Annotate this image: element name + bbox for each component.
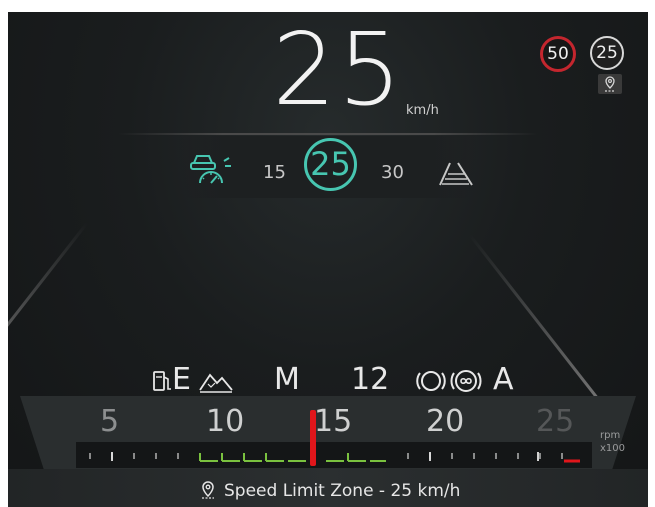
instrument-cluster: 25 km/h 50 25 15 25 30 E M 12 A 5 10 15 … xyxy=(8,12,648,507)
tacho-track xyxy=(76,442,592,468)
tacho-needle xyxy=(310,410,316,466)
zone-banner-text: Speed Limit Zone - 25 km/h xyxy=(224,481,461,501)
location-pin-icon xyxy=(198,480,218,500)
tacho-scale xyxy=(76,410,592,468)
